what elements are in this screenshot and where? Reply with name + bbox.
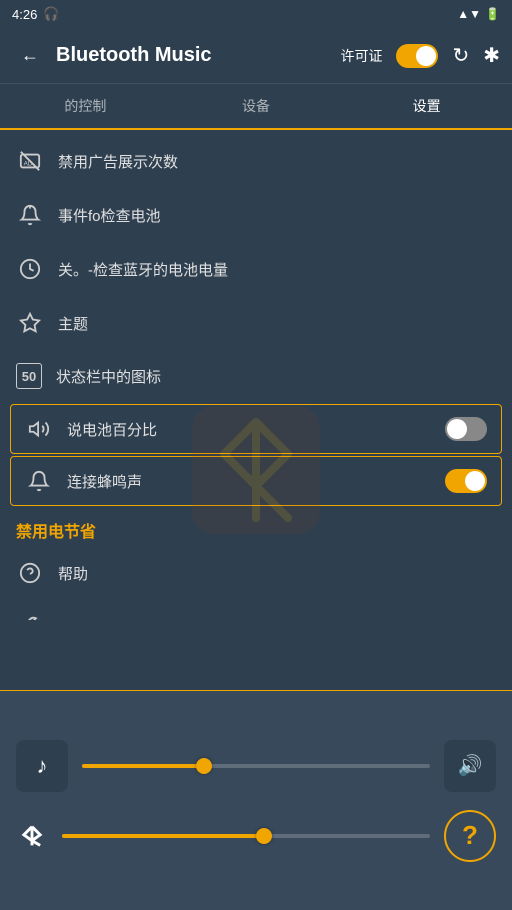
- section-disable-battery: 禁用电节省: [0, 508, 512, 546]
- battery-icon: 🔋: [485, 7, 500, 21]
- connect-beep-label: 连接蜂鸣声: [67, 471, 431, 492]
- connect-beep-toggle[interactable]: [445, 469, 487, 493]
- disable-ads-label: 禁用广告展示次数: [58, 151, 496, 172]
- settings-item-battery-event[interactable]: 事件fo检查电池: [0, 188, 512, 242]
- settings-item-status-icon[interactable]: 50 状态栏中的图标: [0, 350, 512, 402]
- status-bar-icon: 50: [16, 363, 42, 389]
- bt-row: ?: [16, 810, 496, 862]
- status-icon-label: 状态栏中的图标: [56, 366, 496, 387]
- say-battery-toggle[interactable]: [445, 417, 487, 441]
- refresh-icon[interactable]: ↻: [452, 43, 469, 68]
- settings-item-disable-ads[interactable]: AD 禁用广告展示次数: [0, 134, 512, 188]
- license-label: 许可证: [340, 46, 382, 66]
- music-note-button[interactable]: ♪: [16, 740, 68, 792]
- bt-fill: [62, 834, 264, 838]
- wifi-icon: ▲▼: [457, 7, 481, 21]
- battery-event-label: 事件fo检查电池: [58, 205, 496, 226]
- status-left: 4:26 🎧: [12, 6, 60, 22]
- volume-thumb[interactable]: [196, 758, 212, 774]
- status-right: ▲▼ 🔋: [457, 7, 500, 21]
- volume-row: ♪ 🔊: [16, 740, 496, 792]
- toggle-row-say-battery[interactable]: 说电池百分比: [10, 404, 502, 454]
- status-time: 4:26: [12, 7, 37, 22]
- bluetooth-header-icon[interactable]: ✱: [483, 43, 500, 68]
- settings-item-bt-cache[interactable]: 蓝牙缓存清除: [0, 600, 512, 620]
- app-title: Bluetooth Music: [56, 44, 340, 67]
- tab-settings[interactable]: 设置: [341, 84, 512, 128]
- bluetooth-player-icon: [16, 820, 48, 852]
- volume-button[interactable]: 🔊: [444, 740, 496, 792]
- app-bar: ← Bluetooth Music 许可证 ↻ ✱: [0, 28, 512, 84]
- settings-list: AD 禁用广告展示次数 事件fo检查电池 关。-检查蓝牙的电池电量: [0, 130, 512, 620]
- help-circle-button[interactable]: ?: [444, 810, 496, 862]
- settings-item-help[interactable]: 帮助: [0, 546, 512, 600]
- speaker-icon: [25, 415, 53, 443]
- headphone-icon: 🎧: [43, 6, 59, 22]
- clock-icon: [16, 255, 44, 283]
- toggle-row-connect-beep[interactable]: 连接蜂鸣声: [10, 456, 502, 506]
- theme-icon: [16, 309, 44, 337]
- bt-slider[interactable]: [62, 834, 430, 838]
- tab-controls[interactable]: 的控制: [0, 84, 171, 128]
- settings-item-battery-off[interactable]: 关。-检查蓝牙的电池电量: [0, 242, 512, 296]
- bell2-icon: [25, 467, 53, 495]
- ads-icon: AD: [16, 147, 44, 175]
- bell-icon: [16, 201, 44, 229]
- volume-slider[interactable]: [82, 764, 430, 768]
- bt-thumb[interactable]: [256, 828, 272, 844]
- say-battery-label: 说电池百分比: [67, 419, 431, 440]
- tabs-bar: 的控制 设备 设置: [0, 84, 512, 130]
- tab-devices[interactable]: 设备: [171, 84, 342, 128]
- status-bar: 4:26 🎧 ▲▼ 🔋: [0, 0, 512, 28]
- bottom-player: ♪ 🔊 ?: [0, 690, 512, 910]
- bt-cache-label: 蓝牙缓存清除: [58, 617, 496, 621]
- license-toggle[interactable]: [396, 44, 438, 68]
- back-button[interactable]: ←: [12, 38, 48, 74]
- theme-label: 主题: [58, 313, 496, 334]
- settings-item-theme[interactable]: 主题: [0, 296, 512, 350]
- help-label: 帮助: [58, 563, 496, 584]
- wrench-icon: [16, 613, 44, 620]
- battery-off-label: 关。-检查蓝牙的电池电量: [58, 259, 496, 280]
- volume-fill: [82, 764, 204, 768]
- app-bar-actions: 许可证 ↻ ✱: [340, 43, 500, 68]
- help-icon: [16, 559, 44, 587]
